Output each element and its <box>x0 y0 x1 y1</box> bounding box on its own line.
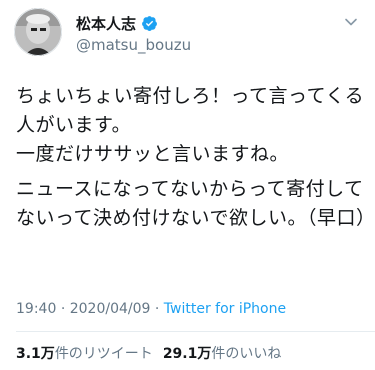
retweets-count: 3.1万 <box>16 346 55 362</box>
tweet-paragraph: ニュースになってないからって寄付してないって決め付けないで欲しい。（早口） <box>16 178 375 229</box>
meta-separator: · <box>154 301 160 317</box>
avatar[interactable] <box>14 8 62 56</box>
tweet-paragraph: ちょいちょい寄付しろ！って言ってくる人がいます。 一度だけササッと言いますね。 <box>16 85 365 165</box>
tweet-stats: 3.1万件のリツイート 29.1万件のいいね <box>16 343 281 363</box>
tweet-source-link[interactable]: Twitter for iPhone <box>164 301 286 317</box>
divider <box>16 331 375 332</box>
tweet-header: 松本人志 @matsu_bouzu <box>14 8 359 58</box>
verified-badge-icon <box>141 15 158 32</box>
name-row: 松本人志 <box>76 12 191 34</box>
likes-count: 29.1万 <box>162 346 212 362</box>
user-info: 松本人志 @matsu_bouzu <box>76 12 191 55</box>
tweet-date[interactable]: 2020/04/09 <box>70 301 151 317</box>
meta-separator: · <box>60 301 66 317</box>
display-name[interactable]: 松本人志 <box>76 13 136 34</box>
tweet-meta: 19:40 · 2020/04/09 · Twitter for iPhone <box>16 301 286 317</box>
avatar-image <box>14 8 62 56</box>
tweet-card: 松本人志 @matsu_bouzu ちょいちょい寄付しろ！って言ってくる人がいま… <box>0 0 375 370</box>
tweet-text: ちょいちょい寄付しろ！って言ってくる人がいます。 一度だけササッと言いますね。 … <box>16 82 375 233</box>
retweets-stat[interactable]: 3.1万件のリツイート <box>16 346 153 362</box>
user-handle[interactable]: @matsu_bouzu <box>76 36 191 54</box>
likes-label: 件のいいね <box>211 346 282 362</box>
caret-down-icon[interactable] <box>343 14 359 30</box>
tweet-time[interactable]: 19:40 <box>16 301 56 317</box>
retweets-label: 件のリツイート <box>54 346 153 362</box>
likes-stat[interactable]: 29.1万件のいいね <box>163 346 282 362</box>
